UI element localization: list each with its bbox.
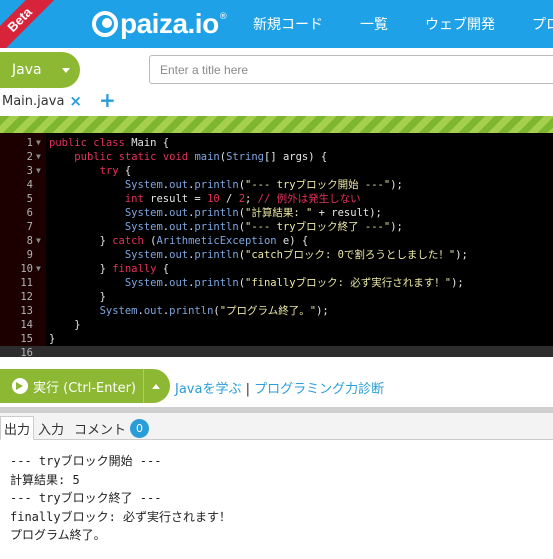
output-line: --- tryブロック開始 ---: [10, 454, 162, 468]
nav-list[interactable]: 一覧: [360, 14, 388, 34]
output-line: プログラム終了。: [10, 528, 106, 543]
line-number: 6: [26, 207, 33, 219]
line-number: 15: [20, 333, 33, 345]
code-line[interactable]: 3 ▼ try {: [0, 164, 553, 178]
line-number: 9: [26, 249, 33, 261]
code-line[interactable]: 10 ▼ } finally {: [0, 262, 553, 276]
help-links: Javaを学ぶ | プログラミング力診断: [175, 378, 384, 397]
line-number: 3: [26, 165, 33, 177]
line-number: 12: [20, 291, 33, 303]
tab-input[interactable]: 入力: [35, 416, 67, 440]
paiza-logo[interactable]: paiza.io ®: [92, 8, 228, 40]
output-tabs: 出力 入力 コメント 0: [0, 413, 553, 440]
code-text: }: [49, 291, 106, 303]
tab-comment-label: コメント: [74, 422, 127, 438]
nav-programming[interactable]: プログ: [532, 14, 553, 34]
beta-ribbon: Beta: [0, 0, 59, 48]
learn-java-link[interactable]: Javaを学ぶ: [175, 382, 241, 397]
code-text: int result = 10 / 2; // 例外は発生しない: [124, 193, 361, 205]
fold-arrow-icon[interactable]: ▼: [36, 136, 41, 150]
code-line[interactable]: 7 System.out.println("--- tryブロック終了 ---"…: [0, 220, 553, 234]
code-line[interactable]: 2 ▼ public static void main(String[] args…: [0, 150, 553, 164]
code-text: System.out.println("プログラム終了。");: [99, 305, 329, 317]
code-text: } finally {: [49, 263, 170, 275]
code-line[interactable]: 1 ▼ public class Main {: [0, 136, 553, 150]
code-text: } catch (ArithmeticException e) {: [49, 235, 309, 247]
run-button[interactable]: 実行 (Ctrl-Enter): [0, 369, 170, 403]
tab-comment[interactable]: コメント 0: [71, 416, 152, 440]
line-number: 10: [20, 263, 33, 275]
code-text: try {: [99, 165, 132, 177]
language-select-button[interactable]: Java: [0, 52, 80, 88]
output-line: 計算結果: 5: [10, 472, 80, 487]
code-line[interactable]: 9 System.out.println("catchブロック: 0で割ろうとし…: [0, 248, 553, 262]
links-separator: |: [241, 382, 255, 397]
line-number: 2: [26, 151, 33, 163]
code-line[interactable]: 8 ▼ } catch (ArithmeticException e) {: [0, 234, 553, 248]
line-number: 13: [20, 305, 33, 317]
code-text: System.out.println("finallyブロック: 必ず実行されま…: [124, 277, 464, 289]
skill-check-link[interactable]: プログラミング力診断: [254, 382, 384, 397]
line-number: 4: [26, 179, 33, 191]
code-text: System.out.println("--- tryブロック終了 ---");: [124, 221, 403, 233]
code-text: public class Main {: [49, 137, 170, 149]
file-tab-label: Main.java: [2, 93, 65, 109]
code-line[interactable]: 12 }: [0, 290, 553, 304]
code-text: System.out.println("計算結果: " + result);: [124, 207, 382, 219]
code-line[interactable]: 6 System.out.println("計算結果: " + result);: [0, 206, 553, 220]
tab-output[interactable]: 出力: [0, 416, 35, 440]
fold-arrow-icon[interactable]: ▼: [36, 234, 41, 248]
code-text: }: [49, 319, 81, 331]
code-line[interactable]: 13 System.out.println("プログラム終了。");: [0, 304, 553, 318]
line-number: 5: [26, 193, 33, 205]
code-line[interactable]: 15}: [0, 332, 553, 346]
code-line[interactable]: 4 System.out.println("--- tryブロック開始 ---"…: [0, 178, 553, 192]
code-text: }: [49, 333, 56, 345]
run-bar: 実行 (Ctrl-Enter) Javaを学ぶ | プログラミング力診断: [0, 357, 553, 413]
top-header: Beta paiza.io ® 新規コード 一覧 ウェブ開発 プログ: [0, 0, 553, 48]
chevron-up-icon[interactable]: [152, 384, 160, 389]
file-tab-main-java[interactable]: Main.java ×: [2, 92, 82, 110]
line-number: 8: [26, 235, 33, 247]
logo-registered-mark: ®: [218, 12, 228, 22]
run-button-label: 実行 (Ctrl-Enter): [33, 380, 136, 396]
language-label: Java: [12, 62, 42, 78]
line-number: 1: [26, 137, 33, 149]
header-nav: 新規コード 一覧 ウェブ開発 プログ: [253, 0, 553, 48]
output-line: finallyブロック: 必ず実行されます！: [10, 509, 232, 524]
title-input[interactable]: [149, 55, 553, 84]
code-line[interactable]: 14 }: [0, 318, 553, 332]
line-number: 7: [26, 221, 33, 233]
output-panel: --- tryブロック開始 --- 計算結果: 5 --- tryブロック終了 --…: [0, 440, 553, 559]
fold-arrow-icon[interactable]: ▼: [36, 262, 41, 276]
output-line: --- tryブロック終了 ---: [10, 491, 162, 506]
fold-arrow-icon[interactable]: ▼: [36, 150, 41, 164]
code-text: System.out.println("catchブロック: 0で割ろうとしまし…: [124, 249, 468, 261]
chevron-down-icon: [62, 68, 70, 73]
line-number: 14: [20, 319, 33, 331]
line-number: 11: [20, 277, 33, 289]
code-text: System.out.println("--- tryブロック開始 ---");: [124, 179, 403, 191]
code-editor[interactable]: 1 ▼ public class Main {2 ▼ public static vo…: [0, 133, 553, 360]
editor-top-stripe: [0, 116, 553, 133]
close-icon[interactable]: ×: [69, 92, 82, 110]
code-line[interactable]: 5 int result = 10 / 2; // 例外は発生しない: [0, 192, 553, 206]
nav-web-dev[interactable]: ウェブ開発: [425, 14, 495, 34]
code-line[interactable]: 11 System.out.println("finallyブロック: 必ず実行…: [0, 276, 553, 290]
tab-output-label: 出力: [4, 422, 31, 438]
comment-count-badge: 0: [130, 418, 150, 438]
logo-mark-icon: [92, 11, 118, 37]
run-button-divider: [143, 369, 144, 403]
nav-new-code[interactable]: 新規コード: [253, 14, 323, 34]
logo-text: paiza.io: [120, 8, 219, 39]
add-file-icon[interactable]: +: [99, 88, 116, 112]
fold-arrow-icon[interactable]: ▼: [36, 164, 41, 178]
play-icon: [12, 378, 28, 394]
code-text: public static void main(String[] args) {: [74, 151, 328, 163]
tab-input-label: 入力: [38, 422, 65, 438]
